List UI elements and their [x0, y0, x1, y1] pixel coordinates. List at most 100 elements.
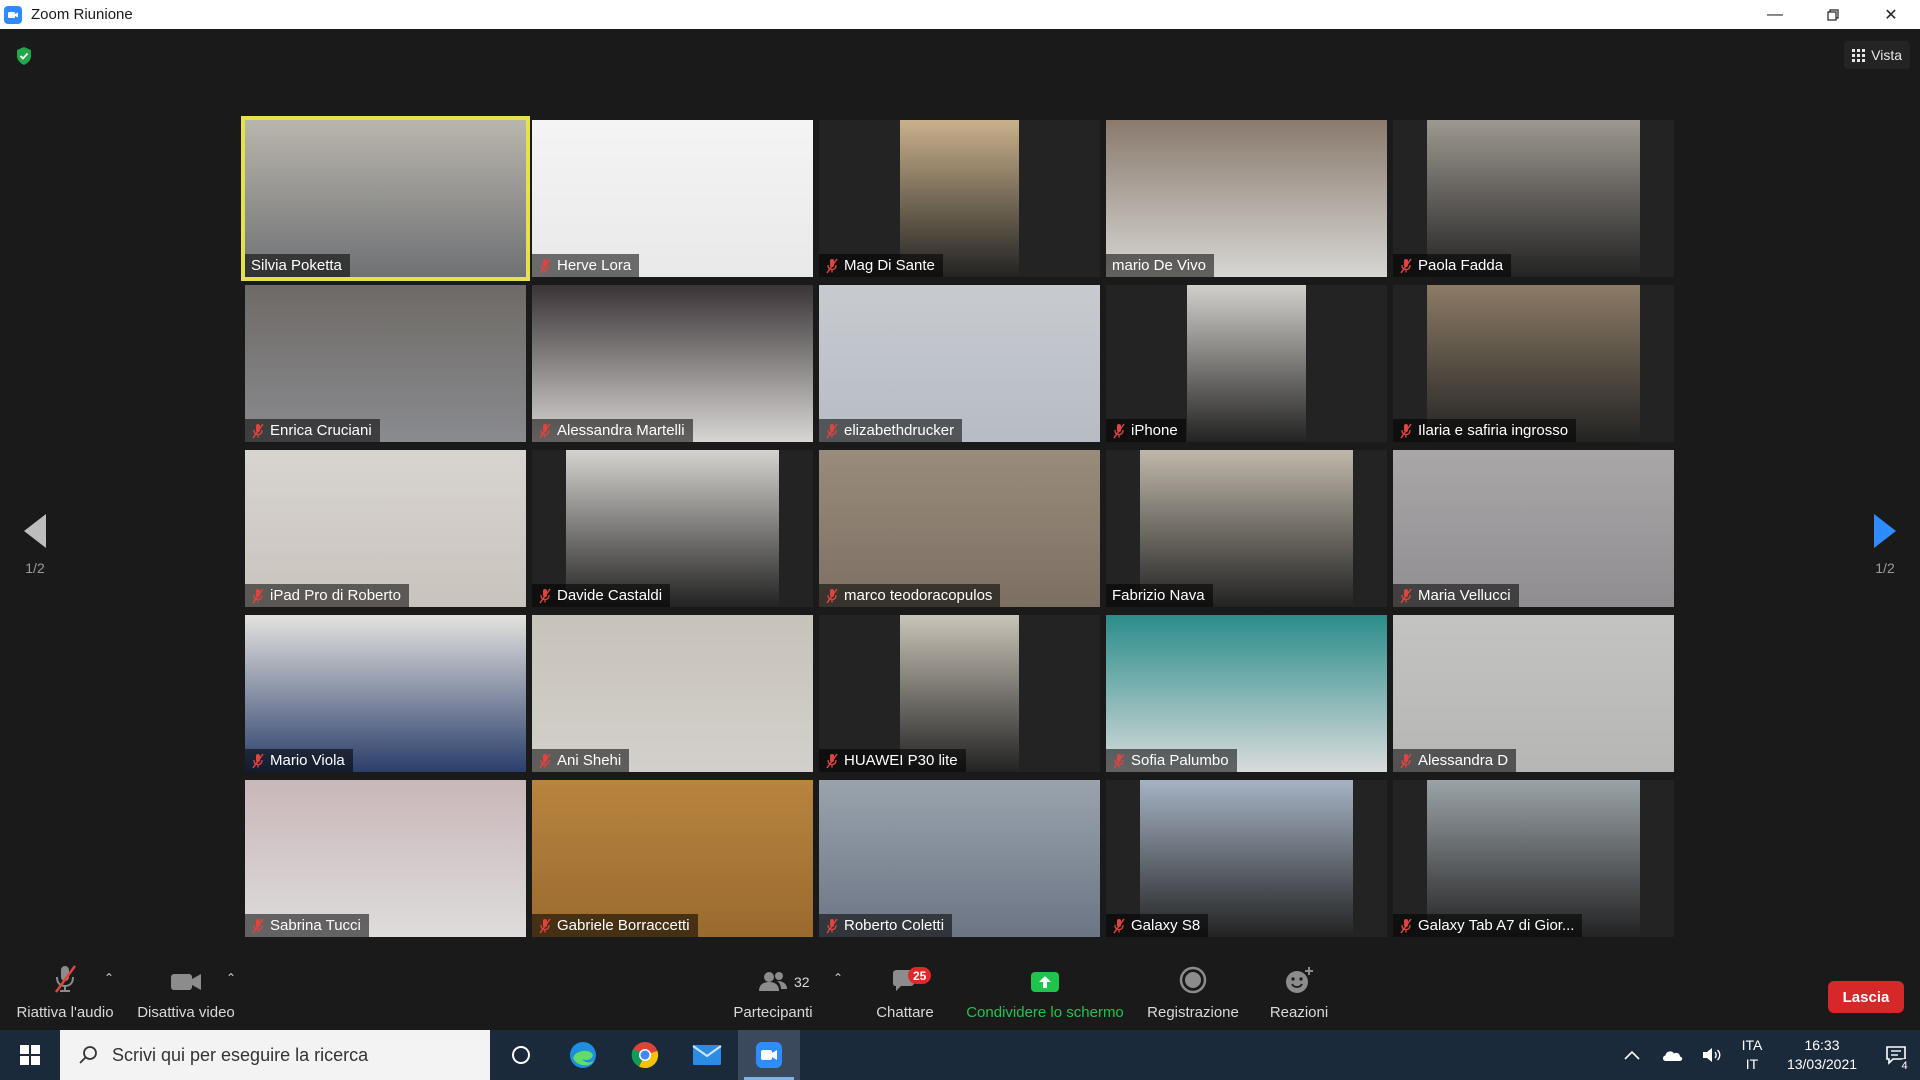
mic-muted-icon	[539, 588, 551, 603]
participant-tile[interactable]: Galaxy Tab A7 di Gior...	[1393, 780, 1674, 937]
participant-tile[interactable]: elizabethdrucker	[819, 285, 1100, 442]
participant-name-label: Gabriele Borraccetti	[532, 914, 698, 937]
participant-tile[interactable]: Sofia Palumbo	[1106, 615, 1387, 772]
zoom-app-icon	[756, 1042, 782, 1068]
taskbar-edge[interactable]	[552, 1030, 614, 1080]
language-code: ITA	[1741, 1037, 1763, 1053]
taskbar-mail[interactable]	[676, 1030, 738, 1080]
meeting-toolbar: Riattiva l'audio ⌃ Disattiva video ⌃ Par…	[0, 955, 1920, 1030]
grid-icon	[1852, 48, 1866, 62]
mic-muted-icon	[539, 423, 551, 438]
participants-button[interactable]: Partecipanti	[718, 955, 828, 1030]
participant-tile[interactable]: Davide Castaldi	[532, 450, 813, 607]
participants-options-caret[interactable]: ⌃	[833, 971, 843, 985]
taskbar-clock[interactable]: 16:33 13/03/2021	[1772, 1036, 1872, 1074]
arrow-right-icon	[1874, 514, 1896, 548]
participant-tile[interactable]: Mag Di Sante	[819, 120, 1100, 277]
record-button[interactable]: Registrazione	[1142, 955, 1244, 1030]
mic-muted-icon	[1400, 918, 1412, 933]
window-titlebar: Zoom Riunione — ✕	[0, 0, 1920, 29]
participant-name-label: Enrica Cruciani	[245, 419, 380, 442]
video-options-caret[interactable]: ⌃	[226, 971, 236, 985]
chat-label: Chattare	[876, 1004, 934, 1021]
system-tray: ITA IT 16:33 13/03/2021 4	[1612, 1030, 1920, 1080]
show-hidden-icons-button[interactable]	[1612, 1050, 1652, 1060]
start-button[interactable]	[0, 1030, 60, 1080]
view-label: Vista	[1871, 47, 1902, 63]
action-center-button[interactable]: 4	[1872, 1045, 1920, 1072]
participant-tile[interactable]: Paola Fadda	[1393, 120, 1674, 277]
participant-tile[interactable]: Maria Vellucci	[1393, 450, 1674, 607]
participants-count: 32	[794, 974, 810, 990]
participant-name: Fabrizio Nava	[1112, 587, 1205, 604]
reactions-button[interactable]: Reazioni	[1256, 955, 1342, 1030]
participant-tile[interactable]: Enrica Cruciani	[245, 285, 526, 442]
security-shield-icon[interactable]	[15, 46, 33, 66]
meeting-area: Vista 1/2 1/2 Silvia Poketta Herve Lora Ma…	[0, 29, 1920, 955]
share-screen-label: Condividere lo schermo	[966, 1004, 1124, 1021]
participant-tile[interactable]: marco teodoracopulos	[819, 450, 1100, 607]
participant-name: Gabriele Borraccetti	[557, 917, 690, 934]
chat-button[interactable]: Chattare	[860, 955, 950, 1030]
participant-name-label: Sofia Palumbo	[1106, 749, 1237, 772]
taskbar-search-box[interactable]: Scrivi qui per eseguire la ricerca	[60, 1030, 490, 1080]
participant-name: Alessandra D	[1418, 752, 1509, 769]
participant-tile[interactable]: Fabrizio Nava	[1106, 450, 1387, 607]
reactions-label: Reazioni	[1269, 1004, 1329, 1021]
participant-tile[interactable]: Mario Viola	[245, 615, 526, 772]
edge-browser-icon	[570, 1042, 596, 1068]
participant-name-label: Ilaria e safiria ingrosso	[1393, 419, 1577, 442]
participant-name-label: Fabrizio Nava	[1106, 584, 1213, 607]
mic-muted-icon	[826, 753, 838, 768]
taskbar-zoom[interactable]	[738, 1030, 800, 1080]
participant-tile[interactable]: Roberto Coletti	[819, 780, 1100, 937]
participant-tile[interactable]: Silvia Poketta	[241, 116, 530, 281]
participant-name-label: Silvia Poketta	[245, 254, 350, 277]
participant-tile[interactable]: Herve Lora	[532, 120, 813, 277]
participant-name: iPad Pro di Roberto	[270, 587, 401, 604]
taskbar-chrome[interactable]	[614, 1030, 676, 1080]
participant-tile[interactable]: mario De Vivo	[1106, 120, 1387, 277]
restore-button[interactable]	[1804, 0, 1862, 29]
unmute-audio-button[interactable]: Riattiva l'audio	[10, 955, 120, 1030]
volume-tray-button[interactable]	[1692, 1047, 1732, 1063]
participant-tile[interactable]: Ani Shehi	[532, 615, 813, 772]
participants-label: Partecipanti	[733, 1004, 813, 1021]
chat-unread-badge: 25	[908, 967, 932, 984]
next-page-button[interactable]: 1/2	[1850, 514, 1920, 576]
participant-name: marco teodoracopulos	[844, 587, 993, 604]
participant-name: Galaxy S8	[1131, 917, 1201, 934]
participant-name-label: Herve Lora	[532, 254, 640, 277]
participant-tile[interactable]: iPad Pro di Roberto	[245, 450, 526, 607]
task-view-button[interactable]	[490, 1030, 552, 1080]
share-screen-button[interactable]: Condividere lo schermo	[960, 955, 1130, 1030]
view-button[interactable]: Vista	[1844, 41, 1910, 69]
minimize-button[interactable]: —	[1746, 0, 1804, 29]
audio-options-caret[interactable]: ⌃	[104, 971, 114, 985]
participant-tile[interactable]: HUAWEI P30 lite	[819, 615, 1100, 772]
participant-tile[interactable]: iPhone	[1106, 285, 1387, 442]
participant-name-label: Alessandra D	[1393, 749, 1517, 772]
participant-tile[interactable]: Alessandra Martelli	[532, 285, 813, 442]
close-button[interactable]: ✕	[1862, 0, 1920, 29]
participant-tile[interactable]: Alessandra D	[1393, 615, 1674, 772]
mic-muted-icon	[826, 588, 838, 603]
leave-button[interactable]: Lascia	[1828, 981, 1904, 1013]
participant-name: Enrica Cruciani	[270, 422, 372, 439]
participant-tile[interactable]: Sabrina Tucci	[245, 780, 526, 937]
participant-tile[interactable]: Ilaria e safiria ingrosso	[1393, 285, 1674, 442]
participant-tile[interactable]: Gabriele Borraccetti	[532, 780, 813, 937]
mic-muted-icon	[1113, 753, 1125, 768]
participant-name-label: Paola Fadda	[1393, 254, 1512, 277]
previous-page-button[interactable]: 1/2	[0, 514, 70, 576]
stop-video-button[interactable]: Disattiva video	[130, 955, 242, 1030]
windows-taskbar: Scrivi qui per eseguire la ricerca ITA I…	[0, 1030, 1920, 1080]
participant-name: HUAWEI P30 lite	[844, 752, 958, 769]
participant-name-label: elizabethdrucker	[819, 419, 963, 442]
participant-tile[interactable]: Galaxy S8	[1106, 780, 1387, 937]
onedrive-tray-button[interactable]	[1652, 1048, 1692, 1062]
participant-name: Alessandra Martelli	[557, 422, 685, 439]
input-language-indicator[interactable]: ITA IT	[1732, 1036, 1772, 1074]
participant-name: elizabethdrucker	[844, 422, 955, 439]
participant-name-label: Mag Di Sante	[819, 254, 943, 277]
